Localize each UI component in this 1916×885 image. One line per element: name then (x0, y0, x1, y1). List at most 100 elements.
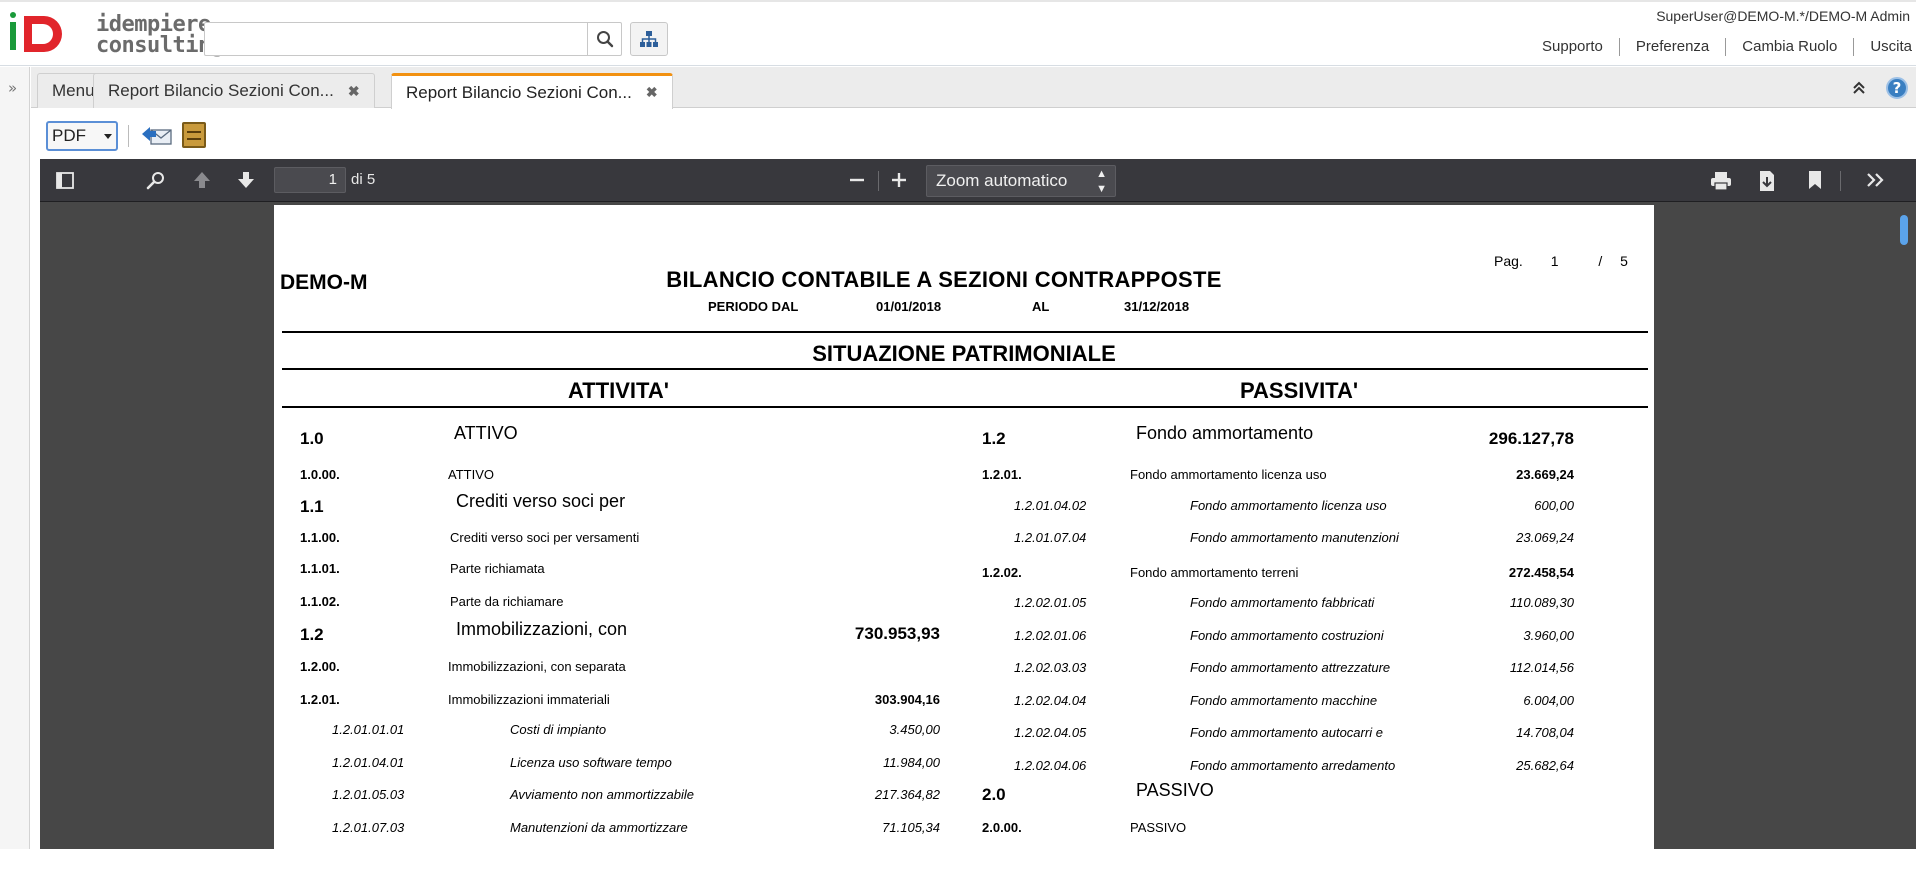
row-desc: Manutenzioni da ammortizzare (510, 820, 688, 835)
zoom-value: Zoom automatico (936, 171, 1068, 190)
print-icon[interactable] (1710, 171, 1732, 191)
row-amount: 110.089,30 (1509, 595, 1574, 610)
row-code: 1.0 (300, 429, 324, 448)
zoom-out-icon[interactable] (848, 173, 866, 187)
export-format-value: PDF (52, 126, 86, 145)
row-code: 1.1.00. (300, 530, 340, 545)
row-desc: Fondo ammortamento manutenzioni (1190, 530, 1399, 545)
row-desc: Fondo ammortamento attrezzature (1190, 660, 1391, 675)
close-tab-icon[interactable]: ✖ (646, 84, 658, 101)
collapse-up-icon[interactable] (1852, 81, 1866, 95)
zoom-select[interactable]: Zoom automatico ▲ ▼ (926, 165, 1116, 197)
search-input[interactable] (209, 23, 593, 53)
period-label: PERIODO DAL (708, 299, 799, 314)
expand-panel-icon[interactable]: » (8, 79, 17, 97)
row-amount: 600,00 (1534, 498, 1574, 513)
row-code: 1.2.02.03.03 (1014, 660, 1087, 675)
row-desc: ATTIVO (454, 423, 518, 443)
previous-page-icon[interactable] (192, 170, 212, 190)
menu-tree-button[interactable] (630, 22, 668, 56)
pdf-page: Pag. 1 / 5 DEMO-M BILANCIO CONTABILE A S… (274, 205, 1654, 885)
row-desc: Fondo ammortamento licenza uso (1190, 498, 1387, 513)
row-code: 2.0 (982, 785, 1006, 804)
sidebar-toggle-icon[interactable] (56, 172, 74, 189)
row-desc: Crediti verso soci per (456, 491, 626, 511)
west-panel-collapsed: » (0, 67, 30, 849)
row-amount: 14.708,04 (1516, 725, 1574, 740)
send-mail-icon[interactable] (141, 124, 173, 146)
row-code: 1.2 (300, 625, 324, 644)
row-desc: Costi di impianto (510, 722, 607, 737)
row-desc: Immobilizzazioni, con separata (448, 659, 626, 674)
row-code: 1.2.02. (982, 565, 1022, 580)
change-role-link[interactable]: Cambia Ruolo (1725, 38, 1853, 56)
row-desc: Crediti verso soci per versamenti (450, 530, 640, 545)
row-desc: Fondo ammortamento (1136, 423, 1314, 443)
row-amount: 296.127,78 (1488, 429, 1574, 448)
row-code: 1.2.01.01.01 (332, 722, 405, 737)
logo-mark-icon (10, 12, 62, 52)
scroll-thumb[interactable] (1900, 215, 1908, 245)
row-code: 2.0.00. (982, 820, 1022, 835)
pag-total: 5 (1620, 253, 1628, 269)
idempiere-logo[interactable]: idempiere consulting (10, 12, 224, 62)
tools-menu-icon[interactable] (1866, 172, 1886, 188)
tab-report-1[interactable]: Report Bilancio Sezioni Con... ✖ (93, 73, 375, 108)
rule (282, 406, 1648, 408)
preferences-link[interactable]: Preferenza (1618, 38, 1725, 56)
rule (282, 368, 1648, 370)
support-link[interactable]: Supporto (1526, 38, 1619, 56)
toolbar-divider (1840, 171, 1841, 191)
row-desc: Fondo ammortamento terreni (1130, 565, 1299, 580)
archive-icon[interactable] (182, 122, 206, 148)
bookmark-icon[interactable] (1808, 170, 1822, 190)
row-desc: Fondo ammortamento macchine (1190, 693, 1378, 708)
row-amount: 303.904,16 (874, 692, 940, 707)
search-icon (596, 31, 613, 48)
app-header: idempiere consulting SuperUser@DEMO-M.*/… (0, 0, 1916, 66)
row-code: 1.1.01. (300, 561, 340, 576)
row-amount: 6.004,00 (1523, 693, 1574, 708)
row-code: 1.2.02.01.06 (1014, 628, 1087, 643)
row-desc: Fondo ammortamento licenza uso (1130, 467, 1327, 482)
updown-icon: ▲ ▼ (1096, 168, 1107, 195)
next-page-icon[interactable] (236, 170, 256, 190)
tab-report-2[interactable]: Report Bilancio Sezioni Con... ✖ (391, 73, 673, 109)
row-desc: PASSIVO (1130, 820, 1187, 835)
chevron-down-icon (104, 134, 112, 139)
row-desc: Fondo ammortamento fabbricati (1190, 595, 1375, 610)
page-count-label: di 5 (351, 171, 376, 188)
row-amount: 23.669,24 (1516, 467, 1574, 482)
close-tab-icon[interactable]: ✖ (348, 83, 360, 100)
logout-link[interactable]: Uscita (1853, 38, 1916, 56)
pdf-viewer: 1 di 5 Zoom automatico ▲ ▼ Pag. 1 / 5 DE… (40, 159, 1916, 885)
row-code: 1.2.01.07.03 (332, 820, 405, 835)
row-desc: Fondo ammortamento arredamento (1190, 758, 1396, 773)
row-desc: Immobilizzazioni, con (456, 619, 628, 639)
row-code: 1.2.01. (982, 467, 1022, 482)
period-al-label: AL (1032, 299, 1050, 314)
row-code: 1.2.02.04.06 (1014, 758, 1087, 773)
row-amount: 11.984,00 (883, 755, 940, 770)
row-code: 1.1 (300, 497, 324, 516)
row-amount: 730.953,93 (854, 624, 940, 643)
row-desc: Avviamento non ammortizzabile (510, 787, 695, 802)
toolbar-divider (878, 171, 879, 191)
tab-label: Report Bilancio Sezioni Con... (108, 81, 334, 100)
row-amount: 23.069,24 (1516, 530, 1574, 545)
row-code: 1.2.01. (300, 692, 340, 707)
report-title: BILANCIO CONTABILE A SEZIONI CONTRAPPOST… (666, 267, 1222, 292)
help-icon[interactable]: ? (1886, 77, 1908, 99)
viewer-scrollbar[interactable] (1892, 203, 1916, 849)
tab-bar-actions: ? (1852, 77, 1908, 99)
user-role-label[interactable]: SuperUser@DEMO-M.*/DEMO-M Admin (1656, 8, 1910, 24)
search-button[interactable] (587, 23, 621, 55)
global-search[interactable] (204, 22, 622, 56)
find-icon[interactable] (146, 171, 166, 191)
download-icon[interactable] (1758, 170, 1776, 192)
row-desc: PASSIVO (1136, 780, 1214, 800)
export-format-select[interactable]: PDF (46, 121, 118, 151)
page-number-input[interactable]: 1 (274, 167, 346, 193)
zoom-in-icon[interactable] (890, 171, 908, 189)
tab-bar: Menu Report Bilancio Sezioni Con... ✖ Re… (31, 67, 1916, 109)
